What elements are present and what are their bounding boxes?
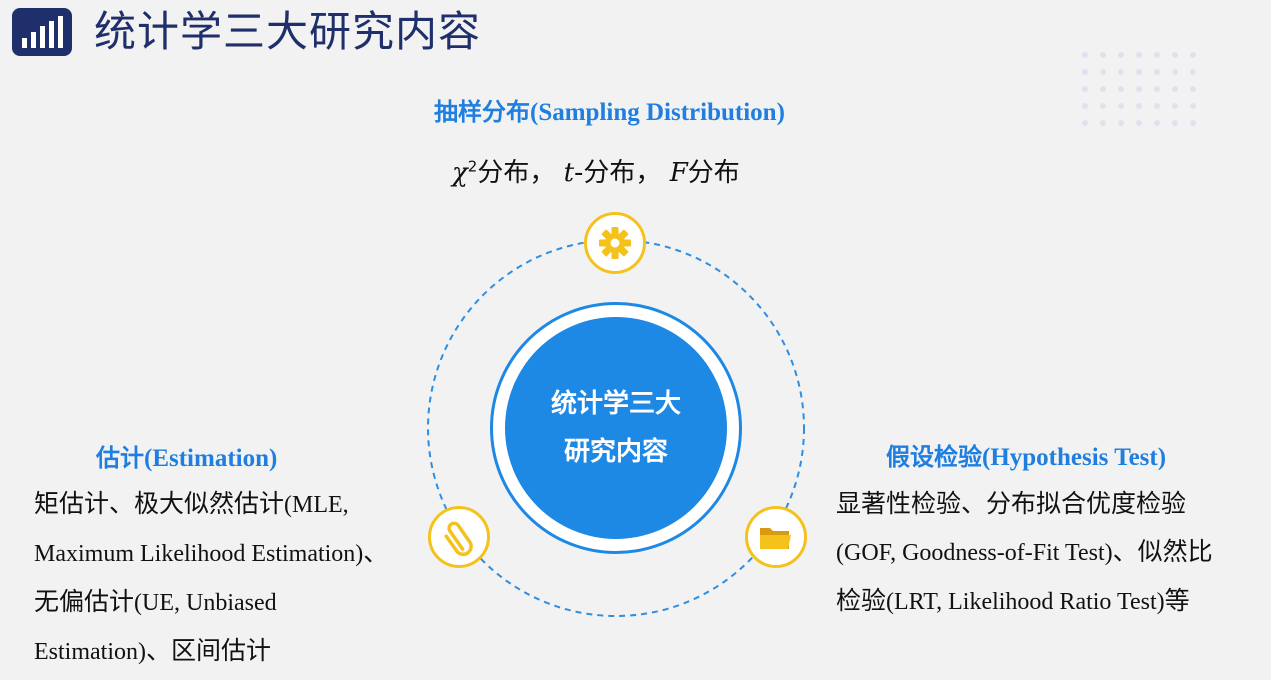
estimation-line-4-cn: 、区间估计	[145, 636, 271, 665]
estimation-title-cn: 估计	[96, 444, 144, 472]
hypothesis-line-3-suffix: 等	[1164, 586, 1190, 615]
center-circle: 统计学三大 研究内容	[490, 302, 742, 554]
hypothesis-title: 假设检验(Hypothesis Test)	[886, 437, 1166, 472]
t-suffix: -分布，	[574, 158, 662, 188]
estimation-line-1: 矩估计、极大似然估计(MLE,	[34, 480, 434, 529]
hypothesis-body: 显著性检验、分布拟合优度检验 (GOF, Goodness-of-Fit Tes…	[836, 480, 1266, 626]
center-inner: 统计学三大 研究内容	[505, 317, 727, 539]
estimation-body: 矩估计、极大似然估计(MLE, Maximum Likelihood Estim…	[34, 480, 434, 676]
chi-symbol: χ	[452, 158, 468, 188]
hypothesis-line-2: (GOF, Goodness-of-Fit Test)、似然比	[836, 528, 1266, 577]
hypothesis-title-en: (Hypothesis Test)	[982, 444, 1167, 471]
estimation-line-1-cn: 矩估计、极大似然估计	[34, 489, 285, 518]
estimation-line-1-en: (MLE,	[284, 492, 349, 518]
chi-suffix: 分布，	[477, 158, 556, 188]
estimation-line-4: Estimation)、区间估计	[34, 627, 434, 676]
estimation-title-en: (Estimation)	[144, 445, 278, 472]
estimation-line-3-en: (UE, Unbiased	[134, 590, 277, 616]
hypothesis-line-1: 显著性检验、分布拟合优度检验	[836, 489, 1187, 518]
sampling-title-cn: 抽样分布	[434, 98, 530, 126]
f-symbol: F	[669, 158, 688, 188]
estimation-line-3: 无偏估计(UE, Unbiased	[34, 578, 434, 627]
estimation-line-3-cn: 无偏估计	[34, 587, 135, 616]
distribution-list: χ2分布， t-分布， F分布	[452, 152, 740, 189]
estimation-line-2-en: Maximum Likelihood Estimation)	[34, 541, 364, 567]
hypothesis-line-2-en: (GOF, Goodness-of-Fit Test)	[836, 540, 1113, 566]
t-symbol: t	[563, 158, 575, 188]
chi-superscript: 2	[467, 157, 478, 176]
paperclip-icon	[428, 506, 490, 568]
hypothesis-title-cn: 假设检验	[886, 443, 982, 471]
estimation-line-2-cn: 、	[363, 538, 389, 567]
center-line-1: 统计学三大	[550, 389, 681, 419]
hypothesis-line-2-cn: 、似然比	[1112, 537, 1213, 566]
estimation-line-4-en: Estimation)	[34, 639, 146, 665]
sampling-title: 抽样分布(Sampling Distribution)	[434, 92, 785, 127]
center-line-2: 研究内容	[563, 437, 668, 467]
hypothesis-line-3: 检验(LRT, Likelihood Ratio Test)等	[836, 577, 1266, 626]
estimation-line-2: Maximum Likelihood Estimation)、	[34, 529, 434, 578]
estimation-title: 估计(Estimation)	[96, 438, 277, 473]
hypothesis-line-3-cn: 检验	[836, 586, 887, 615]
f-suffix: 分布	[687, 158, 740, 188]
gear-icon	[584, 212, 646, 274]
hypothesis-line-3-en: (LRT, Likelihood Ratio Test)	[886, 589, 1165, 615]
folder-icon	[745, 506, 807, 568]
sampling-title-en: (Sampling Distribution)	[530, 99, 785, 126]
